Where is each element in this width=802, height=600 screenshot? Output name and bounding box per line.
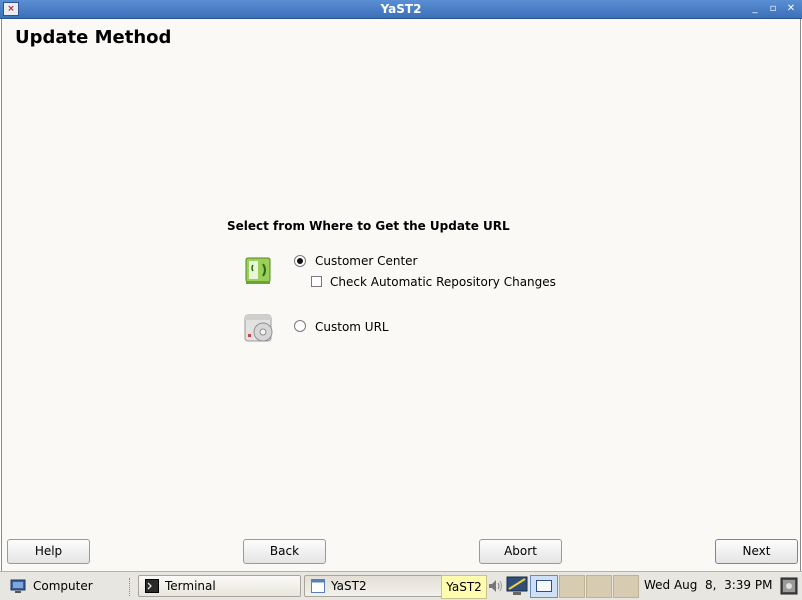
- next-button[interactable]: Next: [715, 539, 798, 564]
- taskbar-terminal-label: Terminal: [165, 579, 216, 593]
- taskbar-yast[interactable]: YaST2: [304, 575, 444, 597]
- computer-menu-label: Computer: [33, 579, 93, 593]
- customer-center-radio[interactable]: [294, 255, 306, 267]
- abort-button[interactable]: Abort: [479, 539, 562, 564]
- taskbar: Computer Terminal YaST2 YaST2 Wed Aug 8,…: [0, 571, 802, 600]
- custom-url-icon: [244, 314, 273, 342]
- clock[interactable]: Wed Aug 8, 3:39 PM: [644, 578, 772, 592]
- workspace-4[interactable]: [613, 575, 639, 598]
- show-desktop-icon[interactable]: [780, 577, 798, 595]
- custom-url-label[interactable]: Custom URL: [315, 320, 389, 334]
- back-button[interactable]: Back: [243, 539, 326, 564]
- workspace-window-thumb: [536, 580, 552, 592]
- workspace-2[interactable]: [559, 575, 585, 598]
- volume-icon[interactable]: [487, 578, 503, 594]
- help-button[interactable]: Help: [7, 539, 90, 564]
- computer-icon: [10, 579, 26, 593]
- taskbar-terminal[interactable]: Terminal: [138, 575, 301, 597]
- network-monitor-icon[interactable]: [506, 576, 528, 596]
- check-repo-checkbox[interactable]: [311, 276, 322, 287]
- maximize-button[interactable]: ▫: [766, 2, 780, 16]
- taskbar-separator: [129, 578, 131, 596]
- computer-menu[interactable]: Computer: [6, 576, 126, 598]
- minimize-button[interactable]: _: [748, 2, 762, 16]
- taskbar-yast-label: YaST2: [331, 579, 367, 593]
- section-heading: Select from Where to Get the Update URL: [227, 219, 510, 233]
- custom-url-radio[interactable]: [294, 320, 306, 332]
- customer-center-label[interactable]: Customer Center: [315, 254, 418, 268]
- tooltip: YaST2: [441, 575, 487, 599]
- workspace-1[interactable]: [530, 575, 558, 598]
- check-repo-label[interactable]: Check Automatic Repository Changes: [330, 275, 556, 289]
- workspace-3[interactable]: [586, 575, 612, 598]
- terminal-icon: [145, 579, 159, 593]
- window-controls: _ ▫ ✕: [748, 2, 798, 16]
- window-title: YaST2: [380, 2, 422, 16]
- page-title: Update Method: [15, 27, 172, 48]
- window-titlebar[interactable]: × YaST2 _ ▫ ✕: [0, 0, 802, 19]
- yast-window-icon: [311, 579, 325, 593]
- customer-center-icon: [245, 257, 271, 284]
- close-button[interactable]: ✕: [784, 2, 798, 16]
- yast-window: Update Method Select from Where to Get t…: [1, 19, 801, 571]
